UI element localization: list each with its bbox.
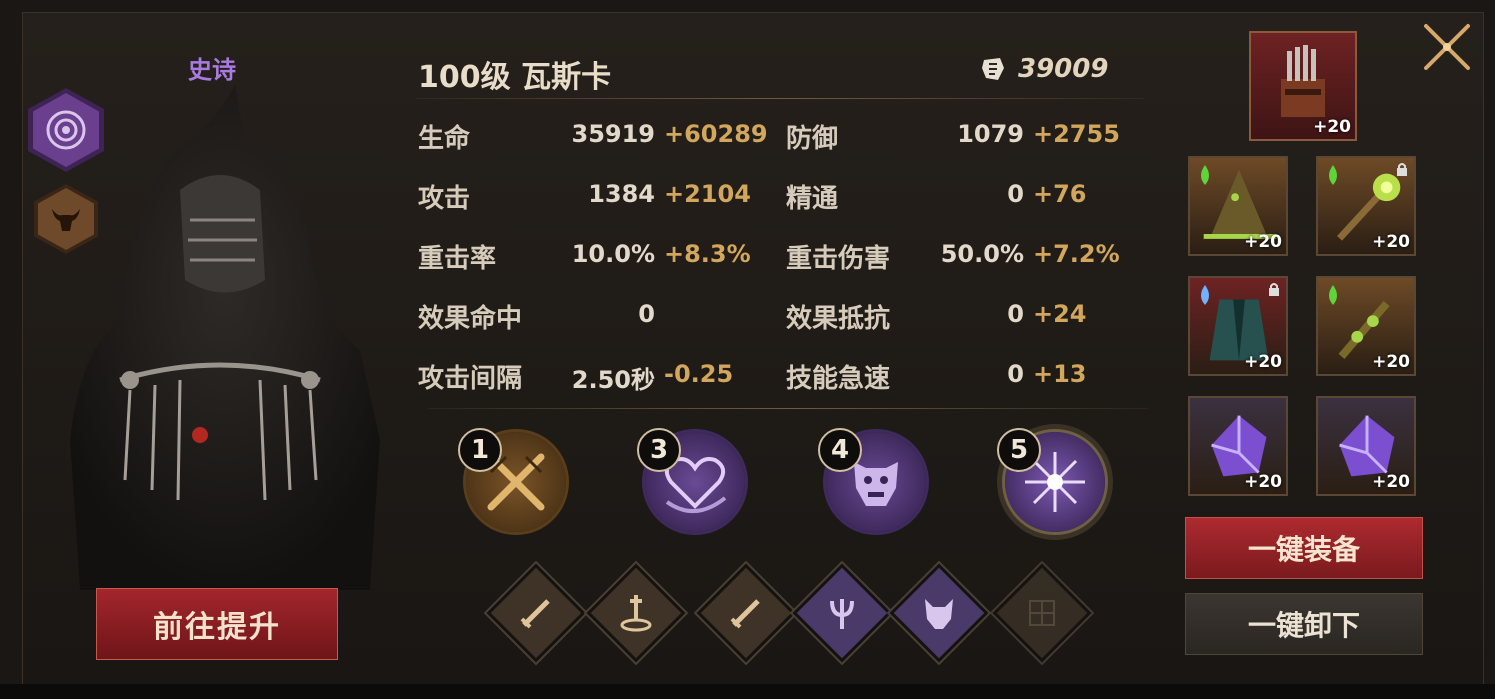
stat-bonus-value: +8.3% (664, 240, 751, 268)
stat-bonus-value: +24 (1033, 300, 1087, 328)
gear-level: +20 (1372, 472, 1410, 492)
stat-bonus-value: +7.2% (1033, 240, 1120, 268)
stats-divider (428, 408, 1148, 409)
green-gem-icon (1329, 285, 1337, 305)
bottom-strip (0, 684, 1495, 699)
trident-icon (830, 599, 854, 629)
stat-base-value: 1384 (588, 180, 655, 208)
gear-level: +20 (1372, 232, 1410, 252)
green-gem-icon (1201, 165, 1209, 185)
stat-base-value: 0 (1007, 300, 1024, 328)
power-icon (982, 58, 1004, 80)
unequip-all-button[interactable]: 一键卸下 (1185, 593, 1423, 655)
sword-icon (520, 599, 550, 629)
stat-bonus-value: +13 (1033, 360, 1087, 388)
green-gem-icon (1329, 165, 1337, 185)
stat-base-value: 2.50秒 (571, 366, 655, 394)
hero-name: 100级 瓦斯卡 (418, 60, 612, 95)
skill-3-slot-number: 3 (637, 428, 681, 472)
stat-label: 重击伤害 (786, 244, 891, 274)
stat-bonus-value: +60289 (664, 120, 768, 148)
stat-label: 精通 (786, 184, 839, 214)
stat-label: 技能急速 (786, 364, 891, 394)
gear-level: +20 (1372, 352, 1410, 372)
stat-bonus-value: +76 (1033, 180, 1087, 208)
stat-base-value: 0 (1007, 360, 1024, 388)
stat-base-value: 10.0% (571, 240, 655, 268)
close-icon[interactable] (1418, 18, 1476, 76)
gear-slot-2[interactable]: +20 (1316, 156, 1416, 256)
gear-slot-1[interactable]: +20 (1188, 156, 1288, 256)
blue-gem-icon (1201, 285, 1209, 305)
gear-level: +20 (1244, 232, 1282, 252)
artifact-slot[interactable]: +20 (1249, 31, 1357, 141)
gear-slot-6[interactable]: +20 (1316, 396, 1416, 496)
stat-base-value: 35919 (571, 120, 656, 148)
empty-slot-icon (1029, 600, 1055, 626)
header-divider (416, 98, 1144, 99)
stat-label: 重击率 (418, 244, 497, 274)
stat-base-value: 50.0% (940, 240, 1024, 268)
stat-base-value: 0 (638, 300, 655, 328)
stat-base-value: 1079 (957, 120, 1024, 148)
sword-icon (730, 599, 760, 629)
stat-label: 生命 (418, 124, 471, 154)
altar-icon (620, 595, 652, 632)
lock-icon (1269, 283, 1279, 296)
stat-bonus-value: +2104 (664, 180, 751, 208)
stat-label: 防御 (786, 124, 839, 154)
stat-base-value: 0 (1007, 180, 1024, 208)
stat-label: 攻击间隔 (418, 364, 523, 394)
gear-slot-4[interactable]: +20 (1316, 276, 1416, 376)
skill-1-slot-number: 1 (458, 428, 502, 472)
skill-5-slot-number: 5 (997, 428, 1041, 472)
gear-level: +20 (1244, 352, 1282, 372)
promote-button[interactable]: 前往提升 (96, 588, 338, 660)
gear-level: +20 (1313, 117, 1351, 137)
demon-head-icon (925, 599, 953, 629)
skill-4-slot-number: 4 (818, 428, 862, 472)
stat-bonus-value: +2755 (1033, 120, 1120, 148)
equip-all-button[interactable]: 一键装备 (1185, 517, 1423, 579)
combat-power: 39009 (1018, 54, 1109, 84)
hero-portrait (70, 85, 380, 590)
gear-slot-5[interactable]: +20 (1188, 396, 1288, 496)
stat-bonus-value: -0.25 (664, 360, 734, 388)
lock-icon (1397, 163, 1407, 176)
gear-slot-3[interactable]: +20 (1188, 276, 1288, 376)
stat-label: 效果命中 (418, 304, 523, 334)
stat-label: 攻击 (418, 184, 471, 214)
stat-label: 效果抵抗 (786, 304, 891, 334)
gear-level: +20 (1244, 472, 1282, 492)
